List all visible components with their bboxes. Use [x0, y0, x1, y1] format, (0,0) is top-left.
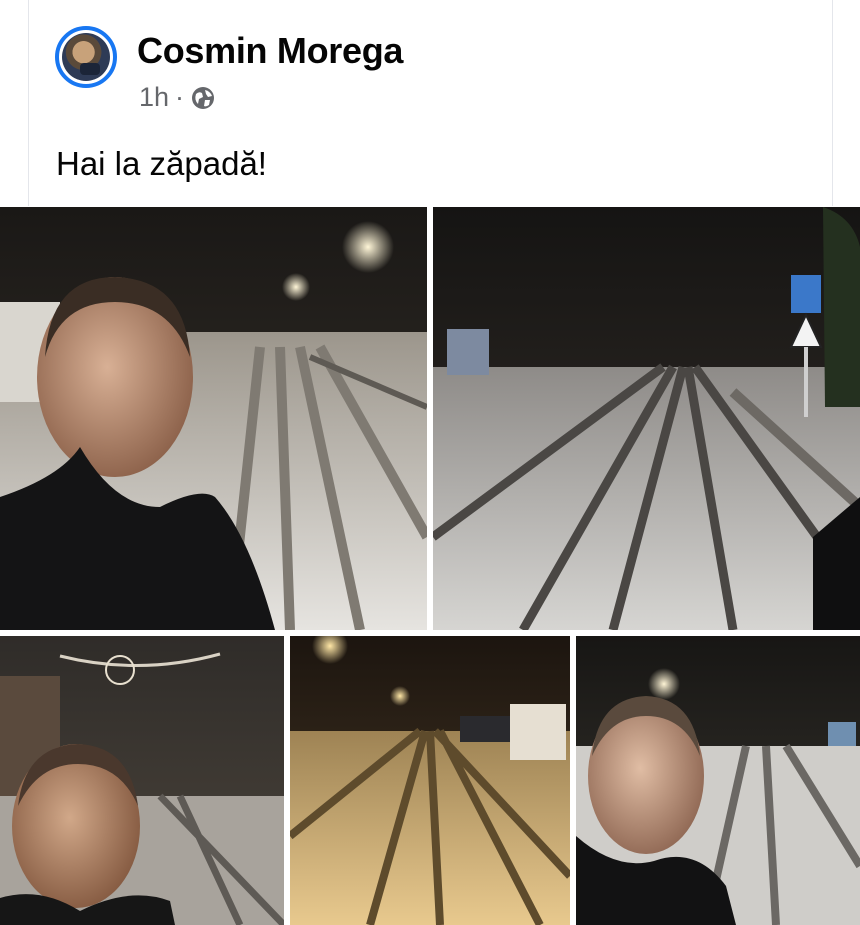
photo-4[interactable] [290, 636, 570, 925]
globe-icon[interactable] [190, 85, 216, 111]
avatar[interactable] [55, 26, 117, 88]
post-meta: 1h · [139, 82, 216, 113]
photo-2[interactable] [433, 207, 860, 630]
post-text: Hai la zăpadă! [56, 145, 267, 182]
post-time[interactable]: 1h [139, 82, 169, 113]
photo-3[interactable] [0, 636, 284, 925]
post-header: Cosmin Morega 1h · Hai la zăpadă! [28, 0, 833, 206]
author-name[interactable]: Cosmin Morega [137, 30, 403, 72]
avatar-image [62, 33, 110, 81]
meta-separator: · [175, 82, 185, 112]
photo-1[interactable] [0, 207, 427, 630]
photo-5[interactable] [576, 636, 860, 925]
